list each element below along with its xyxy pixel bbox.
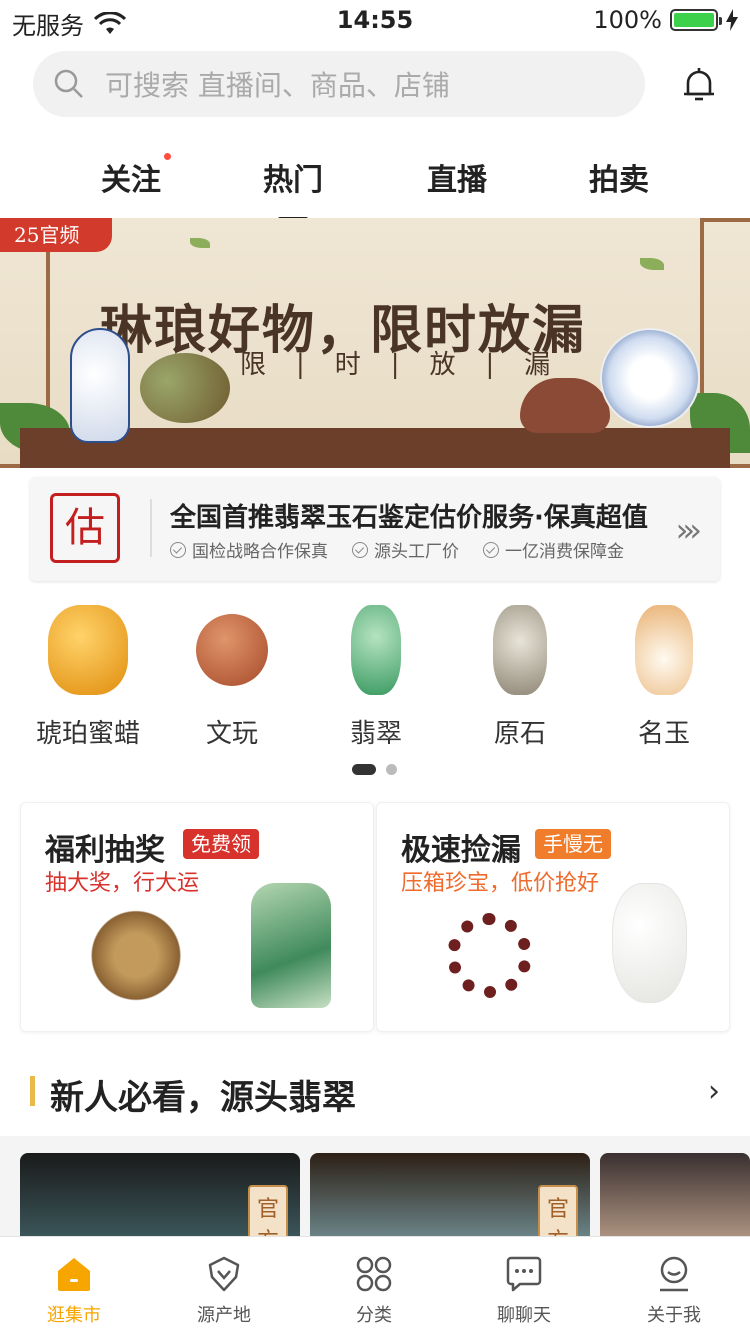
promo-tag: 免费领 [183,829,259,859]
category-amber[interactable]: 琥珀蜜蜡 [16,600,160,750]
category-label: 原石 [493,719,546,749]
tabbar-item-chat[interactable]: 聊聊天 [474,1255,574,1327]
promo-subtitle: 压箱珍宝，低价抢好 [401,871,600,896]
category-label: 文玩 [205,719,258,749]
charging-icon [726,9,738,31]
lottery-card[interactable]: 福利抽奖 免费领 抽大奖，行大运 [20,802,374,1032]
feature-item: 国检战略合作保真 [170,537,328,562]
tabbar-item-origin[interactable]: 源产地 [174,1255,274,1327]
feature-item: 一亿消费保障金 [483,537,624,562]
tab-auction[interactable]: 拍卖 [569,155,669,199]
tabbar-item-profile[interactable]: 关于我 [624,1255,724,1327]
category-label: 翡翠 [349,719,402,749]
promo-title: 极速捡漏 [401,833,521,868]
tabbar-item-market[interactable]: 逛集市 [24,1255,124,1327]
tabbar-item-category[interactable]: 分类 [324,1255,424,1327]
grid-icon [356,1256,392,1292]
top-tabs: 关注 热门 直播 拍卖 [0,145,750,221]
tabbar-label: 分类 [356,1305,392,1326]
raw-stone-image [493,605,547,695]
chevron-right-icon[interactable]: › [708,1074,720,1109]
banner-subtitle: 限|时|放|漏 [240,350,581,380]
service-features: 国检战略合作保真 源头工厂价 一亿消费保障金 [170,537,624,562]
bead-bracelet-image [447,913,532,998]
teapot-image [520,378,610,433]
chat-icon [506,1256,542,1292]
tabbar-label: 逛集市 [47,1305,101,1326]
appraisal-service-card[interactable]: 估 全国首推翡翠玉石鉴定估价服务·保真超值 国检战略合作保真 源头工厂价 一亿消… [30,477,720,581]
category-famous-jade[interactable]: 名玉 [592,600,736,750]
live-card[interactable] [600,1153,750,1243]
amber-image [48,605,128,695]
pager-dot-active [352,764,376,775]
jade-pendant-image [251,883,331,1008]
jade-stone-image [140,353,230,423]
search-icon [54,69,83,98]
tabbar-label: 源产地 [197,1305,251,1326]
section-accent-bar [30,1076,35,1106]
check-circle-icon [170,541,186,558]
divider [150,499,152,557]
feature-item: 源头工厂价 [352,537,459,562]
leaf-decoration [640,258,664,270]
tabbar-label: 聊聊天 [497,1305,551,1326]
promo-subtitle: 抽大奖，行大运 [45,871,200,896]
category-jadeite[interactable]: 翡翠 [304,600,448,750]
leaf-decoration [190,238,210,248]
live-card[interactable]: 官方 [20,1153,300,1243]
porcelain-plate-image [600,328,700,428]
bottom-tab-bar: 逛集市 源产地 分类 聊聊天 关于我 [0,1236,750,1334]
jade-buddha-image [351,605,401,695]
tabbar-label: 关于我 [647,1305,701,1326]
status-bar: 无服务 14:55 100% [0,0,750,40]
official-badge: 官方 [538,1185,578,1243]
gem-icon [208,1256,240,1292]
tab-hot[interactable]: 热门 [243,155,343,221]
triple-chevron-right-icon[interactable]: ››› [676,511,703,549]
check-circle-icon [352,541,368,558]
search-input[interactable]: 可搜索 直播间、商品、店铺 [33,51,645,117]
battery-icon [670,9,722,31]
category-label: 名玉 [637,719,690,749]
tab-follow[interactable]: 关注 [81,153,181,199]
promo-tag: 手慢无 [535,829,611,859]
check-circle-icon [483,541,499,558]
category-pager [352,764,397,775]
official-badge: 官方 [248,1185,288,1243]
category-label: 琥珀蜜蜡 [35,719,140,749]
famous-jade-image [635,605,693,695]
unread-dot [164,153,171,160]
profile-icon [660,1256,688,1292]
category-raw-stone[interactable]: 原石 [448,600,592,750]
pager-dot [386,764,397,775]
promo-title: 福利抽奖 [45,833,165,868]
white-jade-image [612,883,687,1003]
banner-badge: 25官频 [0,218,112,252]
bell-icon[interactable] [678,64,720,106]
prayer-beads-image [81,908,191,1003]
live-card[interactable]: 官方 [310,1153,590,1243]
flash-deal-card[interactable]: 极速捡漏 手慢无 压箱珍宝，低价抢好 [376,802,730,1032]
search-placeholder: 可搜索 直播间、商品、店铺 [105,69,450,102]
walnut-image [196,614,268,686]
section-header[interactable]: 新人必看，源头翡翠 › [30,1070,730,1118]
section-title: 新人必看，源头翡翠 [50,1078,356,1118]
category-collectibles[interactable]: 文玩 [160,600,304,750]
promo-banner[interactable]: 25官频 琳琅好物，限时放漏 限|时|放|漏 [0,218,750,468]
home-icon [58,1258,90,1291]
service-headline: 全国首推翡翠玉石鉴定估价服务·保真超值 [170,503,648,533]
porcelain-vase-image [70,328,130,443]
appraisal-logo: 估 [50,493,120,563]
category-grid: 琥珀蜜蜡 文玩 翡翠 原石 名玉 [0,600,750,750]
battery-percent: 100% [593,6,662,34]
tab-live[interactable]: 直播 [407,155,507,199]
